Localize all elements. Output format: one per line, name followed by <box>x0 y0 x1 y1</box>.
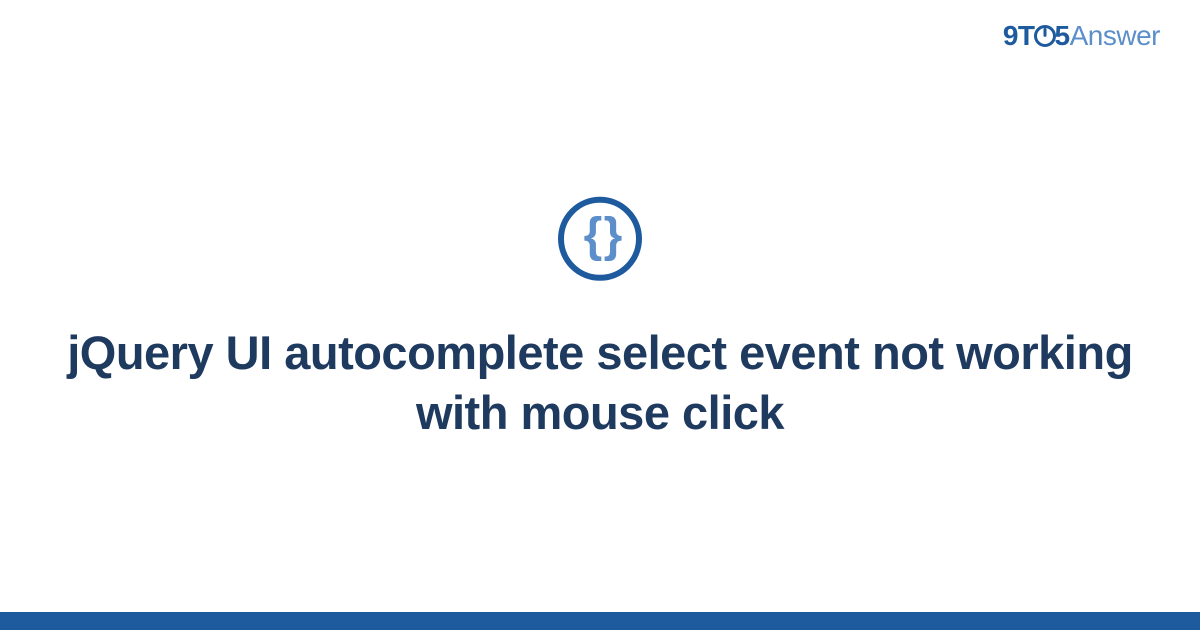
logo-part-5: 5 <box>1055 20 1070 51</box>
logo-part-answer: Answer <box>1070 20 1160 51</box>
logo-part-9t: 9T <box>1003 20 1035 51</box>
question-title: jQuery UI autocomplete select event not … <box>60 323 1140 443</box>
code-braces-icon: { } <box>584 212 617 260</box>
footer-bar <box>0 612 1200 630</box>
clock-icon <box>1034 25 1056 47</box>
site-logo[interactable]: 9T 5Answer <box>1003 20 1160 52</box>
main-content: { } jQuery UI autocomplete select event … <box>60 197 1140 443</box>
category-icon-circle: { } <box>558 197 642 281</box>
